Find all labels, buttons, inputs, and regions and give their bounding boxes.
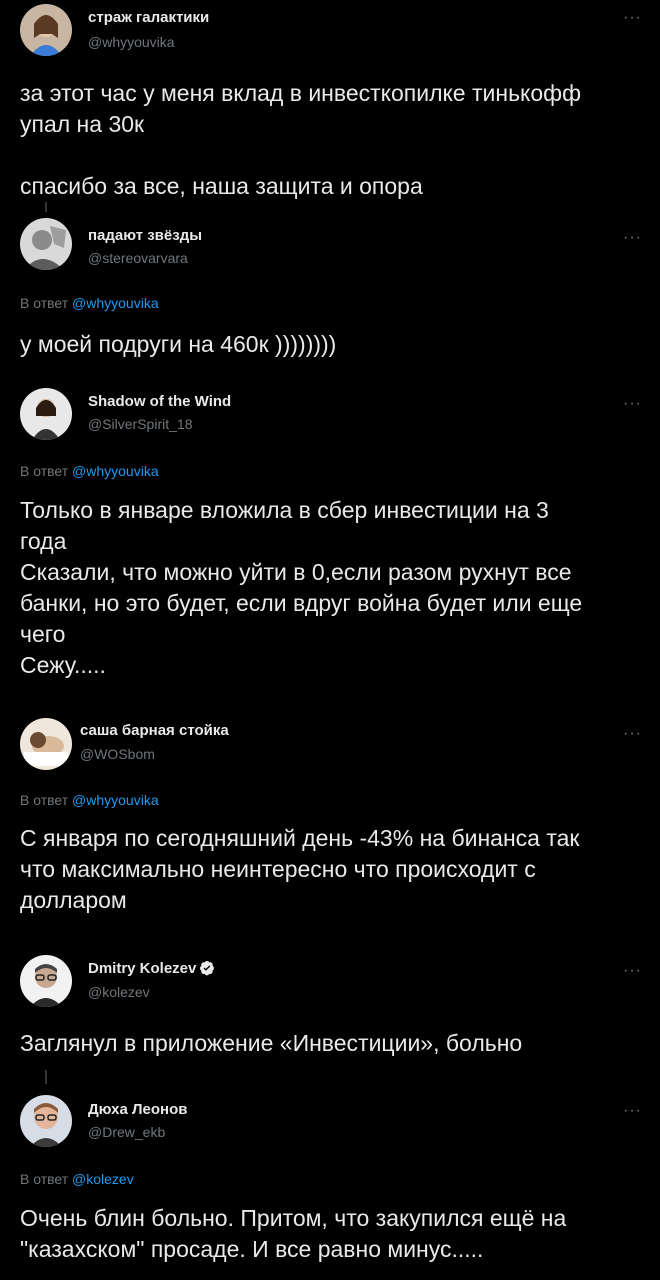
author-handle[interactable]: @WOSbom <box>80 746 155 762</box>
avatar[interactable] <box>20 955 72 1007</box>
author-name[interactable]: Дюха Леонов <box>88 1101 187 1118</box>
tweet-text: Заглянул в приложение «Инвестиции», боль… <box>20 1030 523 1056</box>
more-horizontal-icon[interactable]: ··· <box>623 230 642 246</box>
author-handle[interactable]: @whyyouvika <box>88 34 175 50</box>
tweet-text: Только в январе вложила в сбер инвестици… <box>20 497 583 678</box>
tweet[interactable]: Дюха Леонов @Drew_ekb ··· В ответ @kolez… <box>0 1070 660 1280</box>
avatar[interactable] <box>20 218 72 270</box>
reply-mention-link[interactable]: @whyyouvika <box>72 463 159 479</box>
reply-context: В ответ @whyyouvika <box>20 295 159 311</box>
author-name[interactable]: Shadow of the Wind <box>88 393 231 410</box>
more-horizontal-icon[interactable]: ··· <box>623 396 642 412</box>
author-name[interactable]: падают звёзды <box>88 227 202 244</box>
author-handle[interactable]: @kolezev <box>88 984 150 1000</box>
reply-context: В ответ @kolezev <box>20 1171 134 1187</box>
more-horizontal-icon[interactable]: ··· <box>623 10 642 26</box>
author-name[interactable]: Dmitry Kolezev <box>88 960 215 977</box>
author-name-text: Dmitry Kolezev <box>88 960 197 977</box>
tweet[interactable]: саша барная стойка @WOSbom ··· В ответ @… <box>0 710 660 930</box>
thread-line <box>45 202 47 212</box>
reply-mention-link[interactable]: @kolezev <box>72 1171 134 1187</box>
reply-mention-link[interactable]: @whyyouvika <box>72 295 159 311</box>
reply-mention-link[interactable]: @whyyouvika <box>72 792 159 808</box>
tweet-text: Очень блин больно. Притом, что закупился… <box>20 1205 567 1262</box>
author-handle[interactable]: @SilverSpirit_18 <box>88 416 192 432</box>
reply-prefix: В ответ <box>20 1171 69 1187</box>
reply-prefix: В ответ <box>20 463 69 479</box>
avatar[interactable] <box>20 4 72 56</box>
tweet-text: за этот час у меня вклад в инвесткопилке… <box>20 80 582 199</box>
author-handle[interactable]: @Drew_ekb <box>88 1124 165 1140</box>
reply-prefix: В ответ <box>20 295 69 311</box>
reply-context: В ответ @whyyouvika <box>20 463 159 479</box>
thread-line <box>45 1070 47 1084</box>
author-handle[interactable]: @stereovarvara <box>88 250 188 266</box>
tweet-text: у моей подруги на 460к )))))))) <box>20 331 337 357</box>
verified-badge-icon <box>200 961 215 976</box>
more-horizontal-icon[interactable]: ··· <box>623 963 642 979</box>
tweet[interactable]: падают звёзды @stereovarvara ··· В ответ… <box>0 202 660 365</box>
tweet[interactable]: страж галактики @whyyouvika ··· за этот … <box>0 0 660 210</box>
avatar[interactable] <box>20 718 72 770</box>
author-name[interactable]: саша барная стойка <box>80 722 229 739</box>
avatar[interactable] <box>20 1095 72 1147</box>
reply-prefix: В ответ <box>20 792 69 808</box>
tweet-text: С января по сегодняшний день -43% на бин… <box>20 825 580 913</box>
author-name[interactable]: страж галактики <box>88 9 209 26</box>
more-horizontal-icon[interactable]: ··· <box>623 726 642 742</box>
tweet[interactable]: Shadow of the Wind @SilverSpirit_18 ··· … <box>0 380 660 700</box>
reply-context: В ответ @whyyouvika <box>20 792 159 808</box>
more-horizontal-icon[interactable]: ··· <box>623 1103 642 1119</box>
tweet[interactable]: Dmitry Kolezev @kolezev ··· Заглянул в п… <box>0 945 660 1085</box>
avatar[interactable] <box>20 388 72 440</box>
